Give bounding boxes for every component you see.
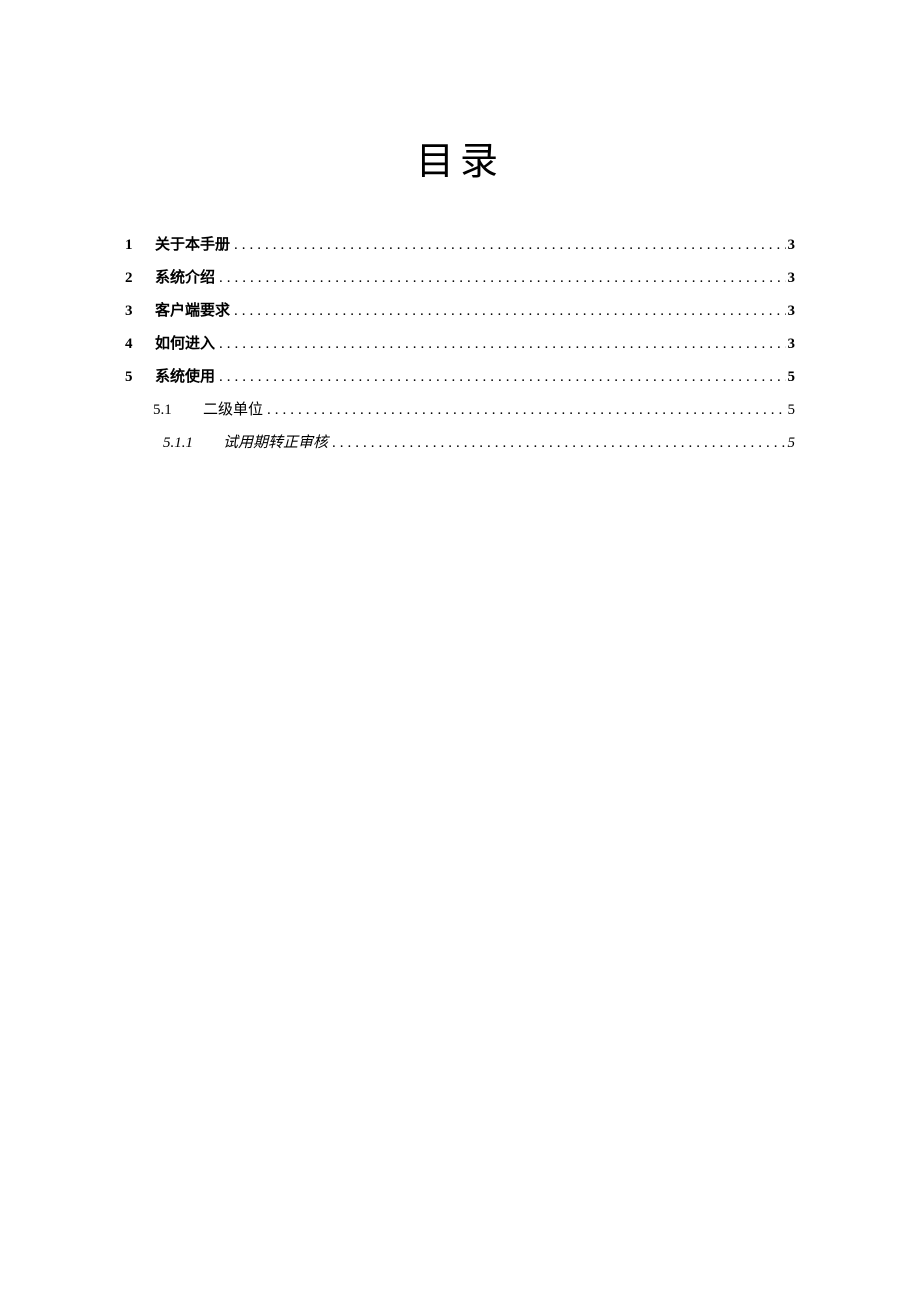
toc-number: 5.1.1	[163, 431, 223, 455]
toc-label: 关于本手册	[155, 233, 234, 257]
toc-number: 2	[125, 266, 155, 290]
toc-number: 5.1	[153, 398, 203, 422]
toc-label: 系统介绍	[155, 266, 219, 290]
toc-page-number: 3	[786, 332, 796, 356]
toc-leader-dots	[267, 398, 785, 422]
toc-entry-5-1[interactable]: 5.1 二级单位 5	[125, 398, 795, 422]
table-of-contents: 1 关于本手册 3 2 系统介绍 3 3 客户端要求 3 4 如何进入 3 5 …	[125, 233, 795, 455]
toc-leader-dots	[219, 332, 785, 356]
toc-page-number: 3	[786, 266, 796, 290]
toc-label: 二级单位	[203, 398, 267, 422]
toc-page-number: 5	[786, 431, 796, 455]
toc-entry-5[interactable]: 5 系统使用 5	[125, 365, 795, 389]
toc-number: 5	[125, 365, 155, 389]
toc-entry-2[interactable]: 2 系统介绍 3	[125, 266, 795, 290]
toc-label: 试用期转正审核	[223, 431, 332, 455]
toc-label: 客户端要求	[155, 299, 234, 323]
page-title: 目录	[125, 130, 795, 185]
toc-number: 4	[125, 332, 155, 356]
toc-leader-dots	[332, 431, 785, 455]
toc-number: 1	[125, 233, 155, 257]
toc-leader-dots	[219, 266, 785, 290]
toc-entry-1[interactable]: 1 关于本手册 3	[125, 233, 795, 257]
toc-label: 如何进入	[155, 332, 219, 356]
toc-page-number: 5	[786, 398, 796, 422]
toc-leader-dots	[234, 233, 785, 257]
toc-number: 3	[125, 299, 155, 323]
toc-entry-3[interactable]: 3 客户端要求 3	[125, 299, 795, 323]
toc-entry-4[interactable]: 4 如何进入 3	[125, 332, 795, 356]
toc-leader-dots	[219, 365, 785, 389]
toc-page-number: 3	[786, 233, 796, 257]
toc-page-number: 5	[786, 365, 796, 389]
toc-entry-5-1-1[interactable]: 5.1.1 试用期转正审核 5	[125, 431, 795, 455]
document-page: 目录 1 关于本手册 3 2 系统介绍 3 3 客户端要求 3 4 如何进入 3	[0, 0, 920, 455]
toc-leader-dots	[234, 299, 785, 323]
toc-page-number: 3	[786, 299, 796, 323]
toc-label: 系统使用	[155, 365, 219, 389]
